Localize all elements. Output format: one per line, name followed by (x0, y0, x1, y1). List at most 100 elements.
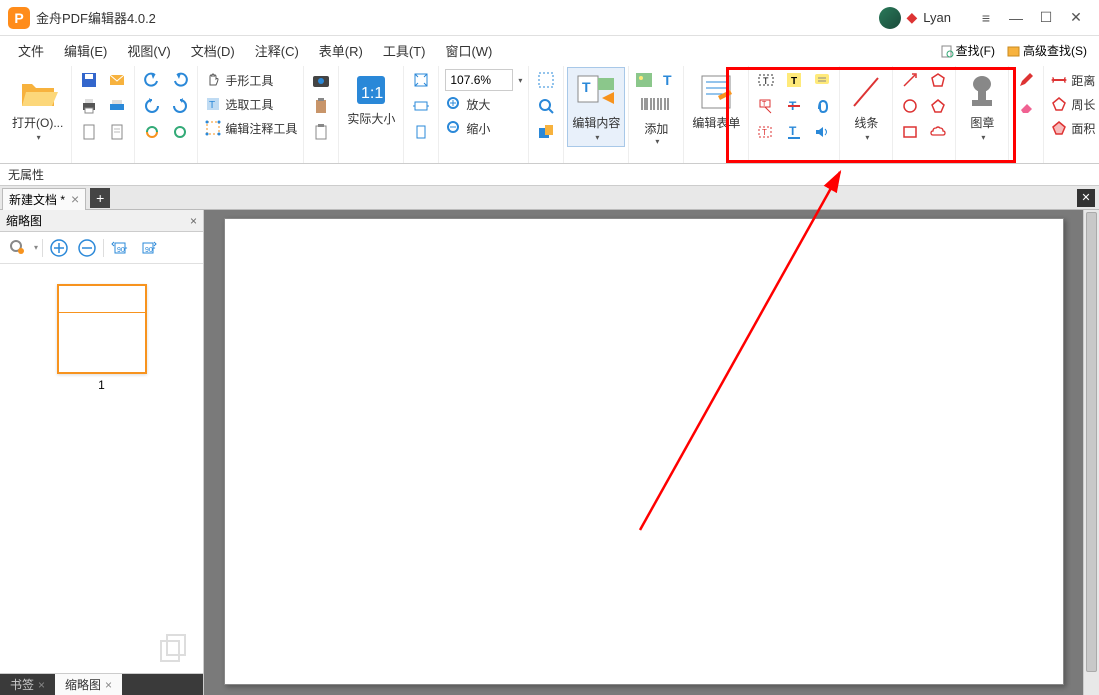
menu-window[interactable]: 窗口(W) (435, 37, 502, 64)
highlight-annot-button[interactable]: T (781, 68, 807, 92)
select-tool[interactable]: T 选取工具 (202, 92, 275, 116)
chevron-down-icon[interactable]: ▾ (34, 243, 38, 252)
edit-annot-tool[interactable]: 编辑注释工具 (202, 116, 299, 140)
fit-height-button[interactable] (408, 120, 434, 144)
close-panel-button[interactable]: ✕ (1077, 189, 1095, 207)
callout-annot-button[interactable]: T (753, 94, 779, 118)
attachment-annot-button[interactable] (809, 94, 835, 118)
sidebar-zoomin-button[interactable] (47, 236, 71, 260)
loupe-button[interactable] (533, 94, 559, 118)
new-tab-button[interactable]: + (90, 188, 110, 208)
close-icon[interactable]: × (105, 678, 112, 692)
pencil-button[interactable] (1013, 68, 1039, 92)
menu-view[interactable]: 视图(V) (117, 37, 180, 64)
pentagon-shape-button[interactable] (925, 68, 951, 92)
thumbnail-page[interactable] (57, 284, 147, 374)
sidebar-settings-button[interactable] (6, 236, 30, 260)
pan-button[interactable] (533, 120, 559, 144)
zoom-out-button[interactable]: 缩小 (443, 116, 492, 140)
menu-document[interactable]: 文档(D) (181, 37, 245, 64)
lines-button[interactable]: 线条 ▾ (844, 68, 888, 146)
close-button[interactable]: ✕ (1061, 3, 1091, 33)
camera-button[interactable] (308, 68, 334, 92)
titlebar: P 金舟PDF编辑器4.0.2 ◆ Lyan ≡ — ☐ ✕ (0, 0, 1099, 36)
find-button[interactable]: 查找(F) (936, 40, 999, 61)
pentagon2-shape-button[interactable] (925, 94, 951, 118)
open-button[interactable]: 打开(O)... ▾ (8, 68, 67, 146)
thumbnails-list[interactable]: 1 (0, 264, 203, 673)
menu-file[interactable]: 文件 (8, 37, 54, 64)
fit-width-button[interactable] (408, 94, 434, 118)
strikeout-annot-button[interactable]: T (781, 94, 807, 118)
sidebar-close-icon[interactable]: × (190, 214, 197, 228)
close-icon[interactable]: × (38, 678, 45, 692)
scan-button[interactable] (104, 94, 130, 118)
avatar[interactable] (879, 7, 901, 29)
canvas-area[interactable] (204, 210, 1099, 695)
marquee-zoom-button[interactable] (533, 68, 559, 92)
mail-button[interactable] (104, 68, 130, 92)
svg-text:T: T (762, 101, 767, 108)
menu-form[interactable]: 表单(R) (309, 37, 373, 64)
cloud-shape-button[interactable] (925, 120, 951, 144)
eraser-button[interactable] (1013, 94, 1039, 118)
zoom-input[interactable] (445, 69, 513, 91)
underline-annot-button[interactable]: T (781, 120, 807, 144)
arrow-shape-button[interactable] (897, 68, 923, 92)
menu-edit[interactable]: 编辑(E) (54, 37, 117, 64)
sidebar-tab-bookmark[interactable]: 书签 × (0, 674, 55, 695)
rect-shape-button[interactable] (897, 120, 923, 144)
sync-button[interactable] (139, 120, 165, 144)
sidebar-rotleft-button[interactable]: 90° (108, 236, 132, 260)
sidebar-rotright-button[interactable]: 90° (136, 236, 160, 260)
area-button[interactable]: 面积 (1048, 116, 1097, 140)
close-tab-icon[interactable]: × (71, 191, 79, 207)
scroll-thumb[interactable] (1086, 212, 1097, 672)
blank-page-icon (80, 123, 98, 141)
page-button[interactable] (104, 120, 130, 144)
menu-button[interactable]: ≡ (971, 3, 1001, 33)
sidebar-zoomout-button[interactable] (75, 236, 99, 260)
user-area[interactable]: ◆ Lyan (879, 7, 952, 29)
document-tab[interactable]: 新建文档 * × (2, 188, 86, 210)
print-button[interactable] (76, 94, 102, 118)
vertical-scrollbar[interactable] (1083, 210, 1099, 695)
ribbon-group-select-tools: 手形工具 T 选取工具 编辑注释工具 (198, 66, 304, 163)
menu-tools[interactable]: 工具(T) (373, 37, 436, 64)
edit-form-button[interactable]: 编辑表单 (688, 68, 744, 135)
sound-annot-button[interactable] (809, 120, 835, 144)
refresh-button[interactable] (167, 120, 193, 144)
advanced-find-button[interactable]: 高级查找(S) (1003, 40, 1091, 61)
clipboard-button[interactable] (308, 94, 334, 118)
stamp-button[interactable]: 图章 ▾ (960, 68, 1004, 146)
sidebar-tab-thumbs[interactable]: 缩略图 × (55, 674, 122, 695)
rotate-right-button[interactable] (167, 94, 193, 118)
actual-size-button[interactable]: 1:1 实际大小 (343, 68, 399, 131)
maximize-button[interactable]: ☐ (1031, 3, 1061, 33)
clipboard2-button[interactable] (308, 120, 334, 144)
distance-button[interactable]: 距离 (1048, 68, 1097, 92)
blank-button[interactable] (76, 120, 102, 144)
perimeter-button[interactable]: 周长 (1048, 92, 1097, 116)
minimize-button[interactable]: — (1001, 3, 1031, 33)
typewriter-annot-button[interactable]: T (753, 120, 779, 144)
chevron-down-icon[interactable]: ▾ (518, 76, 522, 85)
hand-tool[interactable]: 手形工具 (202, 68, 275, 92)
add-text-button[interactable]: T (657, 68, 679, 92)
edit-content-button[interactable]: T 编辑内容 ▾ (568, 68, 624, 146)
textbox-annot-button[interactable]: T (753, 68, 779, 92)
page-canvas[interactable] (224, 218, 1064, 685)
rotate-left-button[interactable] (139, 94, 165, 118)
redo-button[interactable] (167, 68, 193, 92)
add-barcode-button[interactable] (634, 92, 678, 116)
save-button[interactable] (76, 68, 102, 92)
add-image-button[interactable] (633, 68, 655, 92)
note-annot-button[interactable] (809, 68, 835, 92)
zoom-in-button[interactable]: 放大 (443, 92, 492, 116)
ribbon-group-view (529, 66, 564, 163)
menu-comment[interactable]: 注释(C) (245, 37, 309, 64)
thumbnail-item[interactable]: 1 (57, 284, 147, 392)
fit-page-button[interactable] (408, 68, 434, 92)
undo-button[interactable] (139, 68, 165, 92)
circle-shape-button[interactable] (897, 94, 923, 118)
